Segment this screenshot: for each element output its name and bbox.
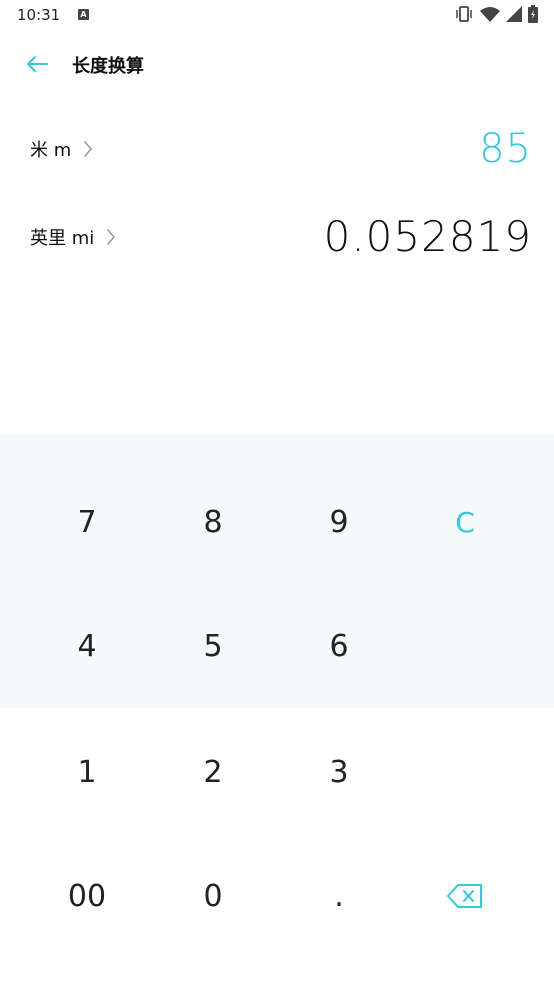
key-6[interactable]: 6	[276, 584, 402, 708]
vibrate-icon	[456, 6, 472, 22]
unit-row-source: 米 m 85	[0, 118, 554, 178]
chevron-right-icon	[84, 141, 93, 157]
unit-row-target: 英里 mi 0.052819	[0, 206, 554, 266]
clear-button[interactable]: C	[402, 460, 528, 584]
key-8[interactable]: 8	[150, 460, 276, 584]
battery-icon	[528, 5, 538, 23]
backspace-button[interactable]	[402, 834, 528, 958]
target-unit-selector[interactable]: 英里 mi	[30, 224, 116, 250]
key-0[interactable]: 0	[150, 834, 276, 958]
status-icons	[454, 5, 538, 23]
key-2[interactable]: 2	[150, 710, 276, 834]
key-5[interactable]: 5	[150, 584, 276, 708]
key-3[interactable]: 3	[276, 710, 402, 834]
key-4[interactable]: 4	[24, 584, 150, 708]
app-bar: 长度换算	[0, 38, 554, 90]
back-button[interactable]	[20, 50, 54, 78]
status-time: 10:31	[17, 6, 61, 24]
wifi-icon	[480, 7, 500, 22]
page-title: 长度换算	[72, 56, 144, 77]
status-bar: 10:31 A	[0, 0, 554, 30]
source-unit-selector[interactable]: 米 m	[30, 136, 93, 162]
source-value[interactable]: 85	[479, 126, 532, 172]
source-unit-label: 米 m	[30, 140, 72, 161]
key-1[interactable]: 1	[24, 710, 150, 834]
chevron-right-icon	[107, 229, 116, 245]
target-value: 0.052819	[323, 212, 532, 261]
backspace-icon	[447, 884, 482, 908]
notification-a-icon: A	[78, 9, 89, 20]
key-decimal[interactable]: .	[276, 834, 402, 958]
key-00[interactable]: 00	[24, 834, 150, 958]
key-9[interactable]: 9	[276, 460, 402, 584]
signal-icon	[506, 6, 522, 22]
target-unit-label: 英里 mi	[30, 228, 95, 249]
keypad: 7 8 9 C 4 5 6 1 2 3 00 0 .	[0, 434, 554, 984]
key-7[interactable]: 7	[24, 460, 150, 584]
arrow-left-icon	[27, 56, 48, 72]
